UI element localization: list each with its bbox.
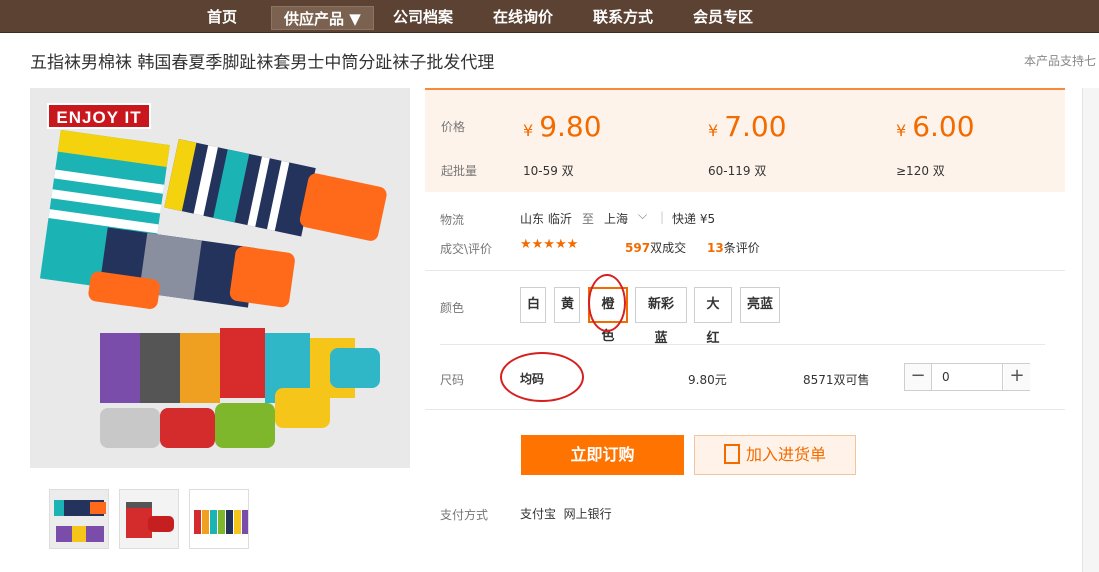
product-title: 五指袜男棉袜 韩国春夏季脚趾袜套男士中筒分趾袜子批发代理: [30, 53, 495, 73]
divider-2: [440, 344, 1045, 345]
color-option-new-blue[interactable]: 新彩蓝: [635, 287, 687, 346]
nav-contact[interactable]: 联系方式: [593, 0, 653, 33]
ship-from: 山东 临沂: [520, 212, 572, 226]
ship-to-select[interactable]: 上海: [604, 210, 628, 227]
minus-button[interactable]: −: [905, 364, 931, 390]
stock-available: 8571双可售: [803, 373, 870, 387]
divider-1: [425, 270, 1065, 271]
thumbnail-2-image: [120, 490, 178, 548]
color-option-bright-blue[interactable]: 亮蓝: [740, 287, 780, 323]
clipboard-icon: [723, 443, 740, 464]
top-nav: 首页 供应产品 ▼ 公司档案 在线询价 联系方式 会员专区: [0, 0, 1099, 33]
review-count[interactable]: 13条评价: [707, 239, 760, 256]
color-label: 颜色: [440, 301, 465, 315]
order-now-button[interactable]: 立即订购: [521, 435, 684, 475]
divider-3: [425, 409, 1065, 410]
tier-price-2: ¥7.00: [708, 110, 787, 143]
nav-products[interactable]: 供应产品 ▼: [271, 6, 374, 30]
tier-price-3: ¥6.00: [896, 110, 975, 143]
thumbnail-1[interactable]: [49, 489, 109, 549]
tier-qty-3: ≥120 双: [896, 164, 945, 178]
rating-stars-icon: ★★★★★: [520, 237, 579, 252]
payment-methods: 支付宝 网上银行: [520, 507, 612, 521]
size-price: 9.80元: [688, 373, 727, 387]
nav-online-inquiry[interactable]: 在线询价: [493, 0, 553, 33]
support-note: 本产品支持七: [1024, 54, 1097, 68]
size-label: 尺码: [440, 373, 465, 387]
nav-company-profile[interactable]: 公司档案: [393, 0, 453, 33]
highlight-circle-color: [588, 274, 626, 332]
highlight-circle-size: [500, 352, 584, 402]
plus-button[interactable]: +: [1004, 364, 1030, 390]
min-qty-label: 起批量: [441, 164, 478, 178]
enjoy-it-badge: ENJOY IT: [47, 103, 151, 129]
reviews-label: 成交\评价: [440, 242, 493, 256]
divider: |: [660, 210, 665, 224]
thumbnail-3[interactable]: [189, 489, 249, 549]
socks-illustration: [30, 88, 410, 468]
nav-member-area[interactable]: 会员专区: [693, 0, 753, 33]
quantity-input[interactable]: 0: [931, 364, 1003, 390]
tier-qty-2: 60-119 双: [708, 164, 767, 178]
payment-label: 支付方式: [440, 508, 489, 522]
tier-price-1: ¥9.80: [523, 110, 602, 143]
product-main-image[interactable]: ENJOY IT: [30, 88, 410, 468]
color-option-red[interactable]: 大红: [694, 287, 732, 346]
quantity-stepper: − 0 +: [904, 363, 1030, 391]
logistics-label: 物流: [440, 213, 465, 227]
add-to-cart-button[interactable]: 加入进货单: [694, 435, 856, 475]
color-option-white[interactable]: 白: [520, 287, 546, 323]
sold-count[interactable]: 597双成交: [625, 239, 686, 256]
thumbnail-3-image: [190, 490, 248, 548]
shipping-fee: 快递 ¥5: [672, 212, 716, 226]
chevron-down-icon[interactable]: ⌵: [638, 208, 647, 223]
nav-home[interactable]: 首页: [207, 0, 237, 33]
price-label: 价格: [441, 120, 466, 134]
right-sidebar: [1082, 88, 1099, 572]
thumbnail-2[interactable]: [119, 489, 179, 549]
add-to-cart-label: 加入进货单: [745, 445, 826, 464]
price-table: 价格 起批量 ¥9.80 ¥7.00 ¥6.00 10-59 双 60-119 …: [425, 88, 1065, 192]
thumbnail-1-image: [50, 490, 108, 548]
color-option-yellow[interactable]: 黄: [554, 287, 580, 323]
tier-qty-1: 10-59 双: [523, 164, 574, 178]
ship-to-word: 至: [582, 212, 595, 226]
